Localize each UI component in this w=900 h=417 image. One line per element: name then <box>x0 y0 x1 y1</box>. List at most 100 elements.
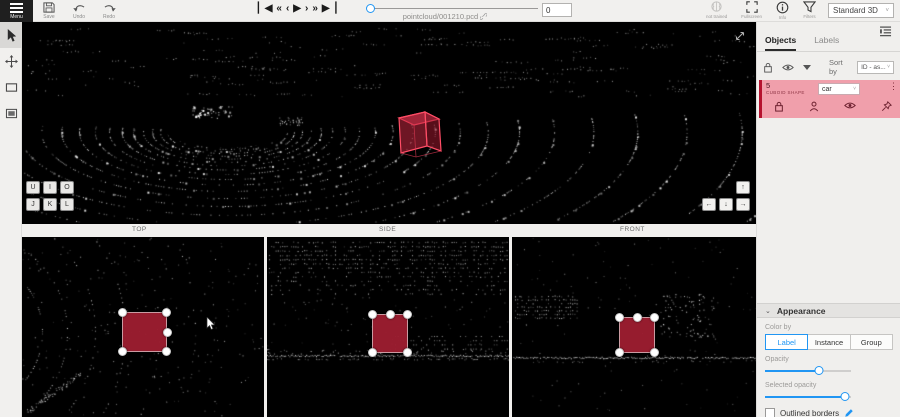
outlined-borders-checkbox[interactable] <box>765 408 775 417</box>
tab-objects[interactable]: Objects <box>765 35 796 51</box>
color-by-button-group: Label Instance Group <box>765 334 893 350</box>
selected-opacity-slider-knob[interactable] <box>840 392 849 401</box>
lock-all-icon[interactable] <box>763 62 773 73</box>
visibility-all-icon[interactable] <box>782 63 794 72</box>
appearance-section: ⌄ Appearance Color by Label Instance Gro… <box>757 303 900 417</box>
expand-view-icon[interactable] <box>734 30 746 42</box>
resize-handle[interactable] <box>162 308 171 317</box>
object-shape-label: CUBOID SHAPE <box>766 90 805 95</box>
objects-toolbar: Sort by ID - as... ˅ <box>757 58 900 76</box>
fullscreen-button[interactable]: Fullscreen <box>741 1 762 20</box>
step-forward-button[interactable]: › <box>304 2 308 15</box>
menu-button[interactable]: Menu <box>0 0 33 22</box>
opacity-slider-knob[interactable] <box>815 366 824 375</box>
ortho-view-labels: TOP SIDE FRONT <box>22 224 756 237</box>
top-viewport[interactable] <box>22 237 264 417</box>
info-button[interactable]: Info <box>776 1 789 20</box>
key-k[interactable]: K <box>43 198 57 211</box>
undo-button[interactable]: Undo <box>66 2 92 20</box>
object-card-5[interactable]: 5 CUBOID SHAPE car ˅ ⋮ <box>759 80 900 118</box>
filters-button[interactable]: Filters <box>803 1 816 20</box>
move-icon <box>5 55 18 68</box>
move-tool-button[interactable] <box>0 48 22 74</box>
select-tool-button[interactable] <box>0 22 22 48</box>
fullscreen-icon <box>746 1 758 13</box>
arrow-left-key[interactable]: ← <box>702 198 716 211</box>
not-trained-indicator: not trained <box>706 1 727 20</box>
key-i[interactable]: I <box>43 181 57 194</box>
seek-track[interactable] <box>370 8 538 9</box>
rotate-handle[interactable] <box>633 313 642 322</box>
not-trained-label: not trained <box>706 14 727 19</box>
undo-label: Undo <box>73 14 85 20</box>
arrow-down-key[interactable]: ↓ <box>719 198 733 211</box>
redo-button[interactable]: Redo <box>96 2 122 20</box>
key-j[interactable]: J <box>26 198 40 211</box>
side-viewport[interactable] <box>267 237 509 417</box>
hamburger-icon <box>10 3 23 13</box>
main-3d-viewport[interactable]: U I O J K L ↑ ← ↓ → <box>22 22 756 224</box>
view-mode-select[interactable]: Standard 3D ˅ <box>828 3 894 18</box>
visibility-object-icon[interactable] <box>844 101 856 112</box>
rotate-keys-row2: J K L <box>26 198 74 211</box>
undo-icon <box>73 2 86 13</box>
color-by-group-button[interactable]: Group <box>851 334 893 350</box>
edit-pencil-icon[interactable] <box>844 408 854 417</box>
object-menu-button[interactable]: ⋮ <box>889 82 898 91</box>
front-viewport[interactable] <box>512 237 756 417</box>
redo-icon <box>103 2 116 13</box>
color-by-label-button[interactable]: Label <box>765 334 808 350</box>
seek-knob[interactable] <box>366 4 375 13</box>
panel-tabs: Objects Labels <box>757 35 900 52</box>
resize-handle[interactable] <box>650 313 659 322</box>
lock-object-icon[interactable] <box>774 101 784 112</box>
selected-cuboid-side[interactable] <box>372 314 408 353</box>
selected-opacity-slider[interactable] <box>765 392 851 402</box>
appearance-title: Appearance <box>777 306 826 316</box>
resize-handle[interactable] <box>368 310 377 319</box>
selected-cuboid-top[interactable] <box>122 312 167 352</box>
chevron-down-icon: ˅ <box>853 86 856 92</box>
fast-rewind-button[interactable]: « <box>275 2 282 15</box>
key-l[interactable]: L <box>60 198 74 211</box>
resize-handle[interactable] <box>403 348 412 357</box>
rotate-handle[interactable] <box>163 328 172 337</box>
sort-select[interactable]: ID - as... ˅ <box>857 61 894 74</box>
arrow-up-key[interactable]: ↑ <box>736 181 750 194</box>
skip-to-start-button[interactable]: ▏◀ <box>257 2 272 15</box>
resize-handle[interactable] <box>615 313 624 322</box>
cuboid-tool-button[interactable] <box>0 74 22 100</box>
key-u[interactable]: U <box>26 181 40 194</box>
fullscreen-label: Fullscreen <box>741 14 762 19</box>
assign-user-icon[interactable] <box>809 101 819 112</box>
pointcloud-3d-canvas[interactable] <box>22 22 756 224</box>
expand-all-chevron-icon[interactable] <box>803 65 811 70</box>
selected-cuboid-front[interactable] <box>619 317 655 353</box>
appearance-header[interactable]: ⌄ Appearance <box>757 303 900 318</box>
color-by-instance-button[interactable]: Instance <box>808 334 850 350</box>
resize-handle[interactable] <box>403 310 412 319</box>
frame-number-input[interactable] <box>542 3 572 17</box>
play-button[interactable]: ▶ <box>292 2 301 15</box>
key-o[interactable]: O <box>60 181 74 194</box>
resize-handle[interactable] <box>162 347 171 356</box>
pin-object-icon[interactable] <box>881 101 892 112</box>
image-icon <box>5 108 18 119</box>
object-class-select[interactable]: car ˅ <box>818 83 860 95</box>
resize-handle[interactable] <box>118 308 127 317</box>
fast-forward-button[interactable]: » <box>311 2 318 15</box>
info-label: Info <box>779 15 787 20</box>
save-button[interactable]: Save <box>36 2 62 20</box>
resize-handle[interactable] <box>368 348 377 357</box>
opacity-slider[interactable] <box>765 366 851 376</box>
resize-handle[interactable] <box>615 348 624 357</box>
image-view-tool-button[interactable] <box>0 100 22 126</box>
resize-handle[interactable] <box>118 347 127 356</box>
save-label: Save <box>43 14 54 20</box>
resize-handle[interactable] <box>650 348 659 357</box>
tab-labels[interactable]: Labels <box>814 35 839 51</box>
rotate-handle[interactable] <box>386 310 395 319</box>
arrow-right-key[interactable]: → <box>736 198 750 211</box>
step-back-button[interactable]: ‹ <box>285 2 289 15</box>
skip-to-end-button[interactable]: ▶▕ <box>321 2 336 15</box>
